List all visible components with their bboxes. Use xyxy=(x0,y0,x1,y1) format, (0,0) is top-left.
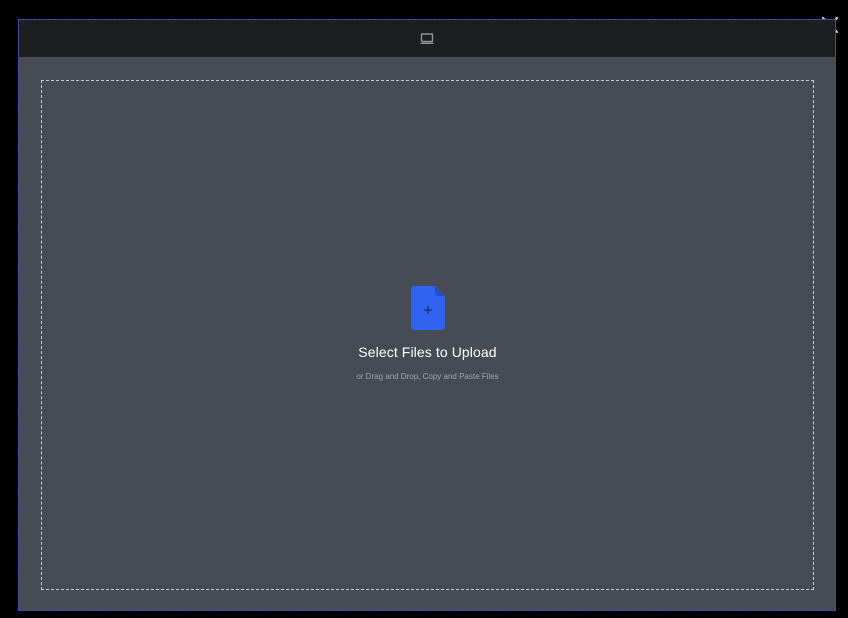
upload-prompt: Select Files to Upload or Drag and Drop,… xyxy=(42,286,813,381)
upload-dialog: Select Files to Upload or Drag and Drop,… xyxy=(18,19,836,611)
file-drop-zone[interactable]: Select Files to Upload or Drag and Drop,… xyxy=(41,80,814,590)
tab-my-device[interactable] xyxy=(416,28,438,50)
select-files-link[interactable]: Select Files to Upload xyxy=(358,344,496,360)
file-add-icon[interactable] xyxy=(410,286,445,330)
source-tabs-bar xyxy=(19,20,835,57)
monitor-icon xyxy=(420,32,434,44)
drag-drop-hint: or Drag and Drop, Copy and Paste Files xyxy=(356,372,499,381)
upload-overlay: Select Files to Upload or Drag and Drop,… xyxy=(0,0,848,618)
